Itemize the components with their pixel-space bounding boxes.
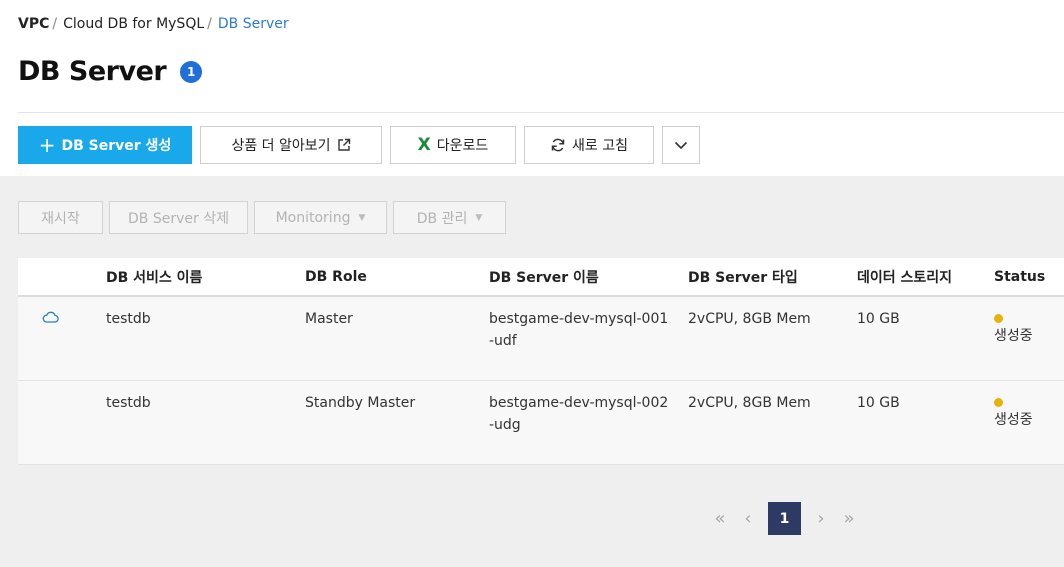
header-server-name[interactable]: DB Server 이름 bbox=[489, 267, 688, 287]
header-role[interactable]: DB Role bbox=[305, 269, 489, 285]
prev-page-icon[interactable]: ‹ bbox=[734, 502, 762, 535]
title-row: DB Server 1 bbox=[18, 56, 203, 87]
server-name-text: bestgame-dev-mysql-002-udg bbox=[489, 395, 669, 433]
page-current[interactable]: 1 bbox=[768, 502, 801, 535]
breadcrumb-cloud-db-mysql[interactable]: Cloud DB for MySQL bbox=[63, 16, 204, 32]
cloud-icon bbox=[42, 308, 59, 330]
create-db-server-label: DB Server 생성 bbox=[61, 138, 172, 154]
delete-db-server-label: DB Server 삭제 bbox=[128, 210, 229, 227]
refresh-icon bbox=[550, 137, 566, 153]
content-area: 재시작 DB Server 삭제 Monitoring ▼ DB 관리 ▼ DB… bbox=[0, 176, 1064, 567]
restart-label: 재시작 bbox=[41, 210, 80, 227]
breadcrumb: VPC / Cloud DB for MySQL / DB Server bbox=[18, 16, 289, 32]
excel-icon: X bbox=[417, 135, 431, 155]
more-options-button[interactable] bbox=[662, 126, 700, 164]
delete-db-server-button[interactable]: DB Server 삭제 bbox=[109, 201, 248, 234]
caret-down-icon: ▼ bbox=[475, 212, 483, 223]
download-label: 다운로드 bbox=[436, 138, 489, 154]
table-row[interactable]: testdb Standby Master bestgame-dev-mysql… bbox=[18, 381, 1064, 465]
breadcrumb-vpc[interactable]: VPC bbox=[18, 16, 49, 32]
next-page-icon[interactable]: › bbox=[807, 502, 835, 535]
cell-service-name: testdb bbox=[106, 395, 151, 411]
cell-status: 생성중 bbox=[994, 392, 1064, 431]
breadcrumb-separator: / bbox=[207, 16, 212, 32]
cell-status: 생성중 bbox=[994, 308, 1064, 347]
db-manage-dropdown[interactable]: DB 관리 ▼ bbox=[393, 201, 506, 234]
db-server-table: DB 서비스 이름 DB Role DB Server 이름 DB Server… bbox=[18, 258, 1064, 465]
download-button[interactable]: X 다운로드 bbox=[390, 126, 516, 164]
header-status[interactable]: Status bbox=[994, 269, 1064, 285]
restart-button[interactable]: 재시작 bbox=[18, 201, 103, 234]
toolbar: + DB Server 생성 상품 더 알아보기 X 다운로드 새로 고침 bbox=[18, 126, 700, 164]
status-dot-icon bbox=[994, 398, 1003, 407]
table-row[interactable]: testdb Master bestgame-dev-mysql-001-udf… bbox=[18, 297, 1064, 381]
header-server-type[interactable]: DB Server 타입 bbox=[688, 267, 857, 287]
pagination: « ‹ 1 › » bbox=[706, 502, 863, 535]
monitoring-label: Monitoring bbox=[275, 209, 351, 226]
refresh-button[interactable]: 새로 고침 bbox=[524, 126, 654, 164]
first-page-icon[interactable]: « bbox=[706, 502, 734, 535]
db-manage-label: DB 관리 bbox=[416, 210, 468, 227]
chevron-down-icon bbox=[674, 140, 688, 150]
cell-server-name: bestgame-dev-mysql-001-udf bbox=[489, 308, 688, 352]
cell-storage: 10 GB bbox=[857, 311, 900, 327]
breadcrumb-separator: / bbox=[52, 16, 58, 32]
status-dot-icon bbox=[994, 314, 1003, 323]
page-title: DB Server bbox=[18, 56, 167, 87]
action-bar: 재시작 DB Server 삭제 Monitoring ▼ DB 관리 ▼ bbox=[18, 201, 506, 234]
cell-service-name: testdb bbox=[106, 311, 151, 327]
table-header: DB 서비스 이름 DB Role DB Server 이름 DB Server… bbox=[18, 258, 1064, 297]
header-storage[interactable]: 데이터 스토리지 bbox=[857, 267, 994, 287]
breadcrumb-db-server: DB Server bbox=[217, 16, 289, 32]
refresh-label: 새로 고침 bbox=[572, 138, 628, 154]
row-icon-cell bbox=[18, 308, 106, 330]
status-text: 생성중 bbox=[994, 412, 1033, 428]
cell-server-type: 2vCPU, 8GB Mem bbox=[688, 395, 811, 411]
monitoring-dropdown[interactable]: Monitoring ▼ bbox=[254, 201, 387, 234]
external-link-icon bbox=[337, 138, 351, 152]
plus-icon: + bbox=[38, 133, 56, 157]
cell-role: Master bbox=[305, 311, 353, 327]
cell-role: Standby Master bbox=[305, 395, 416, 411]
count-badge: 1 bbox=[180, 60, 203, 83]
server-name-text: bestgame-dev-mysql-001-udf bbox=[489, 311, 669, 349]
caret-down-icon: ▼ bbox=[358, 212, 366, 223]
status-text: 생성중 bbox=[994, 328, 1033, 344]
header-service-name[interactable]: DB 서비스 이름 bbox=[106, 267, 305, 287]
header-divider bbox=[18, 112, 1064, 113]
learn-more-button[interactable]: 상품 더 알아보기 bbox=[200, 126, 382, 164]
cell-storage: 10 GB bbox=[857, 395, 900, 411]
cell-server-type: 2vCPU, 8GB Mem bbox=[688, 311, 811, 327]
cell-server-name: bestgame-dev-mysql-002-udg bbox=[489, 392, 688, 436]
last-page-icon[interactable]: » bbox=[835, 502, 863, 535]
learn-more-label: 상품 더 알아보기 bbox=[231, 138, 331, 154]
create-db-server-button[interactable]: + DB Server 생성 bbox=[18, 126, 192, 164]
